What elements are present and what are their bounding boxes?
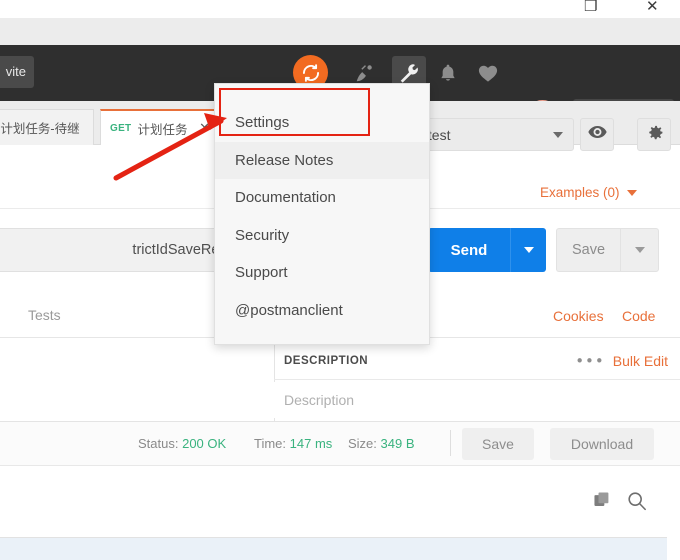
- examples-label: Examples (0): [540, 185, 620, 200]
- environment-settings-button[interactable]: [637, 118, 671, 151]
- tab-tests[interactable]: Tests: [28, 307, 61, 323]
- cookies-link[interactable]: Cookies: [553, 308, 604, 324]
- menu-item-label: Release Notes: [235, 151, 334, 169]
- menu-item-label: @postmanclient: [235, 301, 343, 319]
- save-response-button[interactable]: Save: [462, 428, 534, 460]
- window-titlebar: ❐ ✕: [0, 0, 680, 18]
- response-body-pane: [0, 466, 680, 537]
- size-indicator: Size: 349 B: [348, 436, 415, 451]
- maximize-window-icon[interactable]: ❐: [584, 0, 597, 14]
- status-value: 200 OK: [182, 436, 227, 451]
- gear-icon: [645, 123, 664, 147]
- chevron-down-icon: [523, 247, 534, 253]
- chevron-down-icon: [634, 247, 645, 253]
- download-response-button[interactable]: Download: [550, 428, 654, 460]
- size-value: 349 B: [380, 436, 415, 451]
- column-header-description: DESCRIPTION: [284, 355, 369, 367]
- params-header-row: DESCRIPTION ••• Bulk Edit: [274, 344, 680, 378]
- eye-icon: [587, 125, 607, 144]
- time-indicator: Time: 147 ms: [254, 436, 332, 451]
- menu-item-label: Settings: [235, 114, 290, 132]
- tab-method-label: GET: [110, 122, 132, 134]
- menu-item-security[interactable]: Security: [215, 217, 429, 255]
- menu-item-release-notes[interactable]: Release Notes: [215, 141, 429, 179]
- status-bar-filler: [667, 537, 680, 560]
- request-tab-active[interactable]: GET 计划任务 ✕: [100, 109, 220, 145]
- request-tab-inactive[interactable]: T 计划任务-待继: [0, 109, 94, 145]
- heart-icon[interactable]: [471, 56, 505, 90]
- menu-item-label: Documentation: [235, 189, 336, 207]
- divider: [450, 430, 451, 456]
- chevron-down-icon: [626, 189, 637, 196]
- save-options-button[interactable]: [620, 228, 659, 272]
- examples-dropdown[interactable]: Examples (0): [540, 185, 637, 200]
- save-request-button[interactable]: Save: [556, 228, 620, 272]
- bulk-edit-link[interactable]: Bulk Edit: [613, 353, 668, 369]
- environment-quick-look-button[interactable]: [580, 118, 614, 151]
- settings-dropdown-menu: Settings Release Notes Documentation Sec…: [214, 83, 430, 345]
- menu-item-documentation[interactable]: Documentation: [215, 179, 429, 217]
- invite-button[interactable]: vite: [0, 56, 34, 88]
- chevron-down-icon: [553, 131, 563, 138]
- more-options-icon[interactable]: •••: [575, 352, 605, 370]
- close-window-icon[interactable]: ✕: [646, 0, 659, 14]
- description-input[interactable]: [274, 382, 680, 418]
- send-options-button[interactable]: [510, 228, 546, 272]
- search-icon[interactable]: [625, 489, 649, 513]
- bell-icon[interactable]: [431, 56, 465, 90]
- divider: [274, 379, 680, 380]
- titlebar-filler: [0, 18, 680, 45]
- menu-item-label: Support: [235, 264, 288, 282]
- menu-item-support[interactable]: Support: [215, 254, 429, 292]
- status-indicator: Status: 200 OK: [138, 436, 226, 451]
- send-button[interactable]: Send: [428, 228, 510, 272]
- menu-item-settings[interactable]: Settings: [215, 104, 429, 142]
- time-label: Time:: [254, 436, 287, 451]
- menu-item-label: Security: [235, 226, 290, 244]
- status-label: Status:: [138, 436, 179, 451]
- copy-icon[interactable]: [592, 490, 614, 512]
- environment-selector[interactable]: i_test: [406, 118, 574, 151]
- environment-name: i_test: [417, 126, 451, 143]
- tab-title-label: 计划任务: [137, 122, 188, 137]
- status-bar: [0, 537, 680, 560]
- tab-title-label: 计划任务-待继: [0, 122, 80, 136]
- menu-item-postmanclient[interactable]: @postmanclient: [215, 292, 429, 330]
- size-label: Size:: [348, 436, 377, 451]
- close-tab-icon[interactable]: ✕: [199, 121, 210, 136]
- code-link[interactable]: Code: [622, 308, 655, 324]
- time-value: 147 ms: [289, 436, 333, 451]
